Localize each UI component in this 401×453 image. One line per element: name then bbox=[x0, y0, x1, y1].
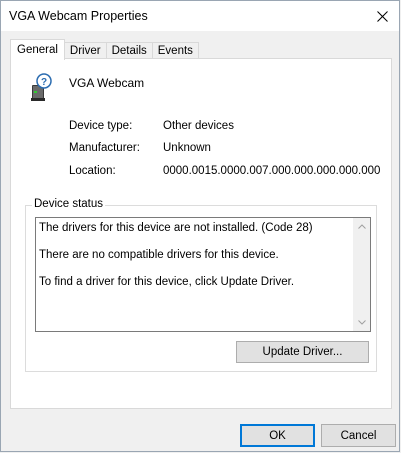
device-type-value: Other devices bbox=[163, 120, 234, 132]
chevron-up-icon bbox=[357, 224, 366, 229]
unknown-device-icon: ? bbox=[31, 73, 52, 101]
location-value: 0000.0015.0000.007.000.000.000.000.000 bbox=[163, 165, 381, 177]
update-driver-button[interactable]: Update Driver... bbox=[236, 341, 369, 363]
tab-driver-label: Driver bbox=[69, 45, 101, 57]
device-type-label: Device type: bbox=[69, 120, 133, 132]
device-status-textbox[interactable]: The drivers for this device are not inst… bbox=[35, 217, 371, 332]
window-title: VGA Webcam Properties bbox=[9, 9, 148, 23]
svg-text:?: ? bbox=[41, 77, 47, 88]
status-scrollbar[interactable] bbox=[353, 218, 370, 331]
tab-general-label: General bbox=[17, 44, 58, 56]
status-line: The drivers for this device are not inst… bbox=[39, 222, 313, 234]
title-bar[interactable]: VGA Webcam Properties bbox=[1, 1, 399, 31]
tab-events-label: Events bbox=[157, 45, 193, 57]
scroll-down-button[interactable] bbox=[353, 314, 370, 331]
tab-driver[interactable]: Driver bbox=[63, 42, 107, 59]
status-line: There are no compatible drivers for this… bbox=[39, 249, 279, 261]
general-tab-panel: ? VGA Webcam Device type: Other devices … bbox=[10, 58, 392, 409]
scroll-up-button[interactable] bbox=[353, 218, 370, 235]
location-label: Location: bbox=[69, 165, 116, 177]
status-line: To find a driver for this device, click … bbox=[39, 276, 295, 288]
device-name: VGA Webcam bbox=[69, 76, 145, 90]
cancel-button[interactable]: Cancel bbox=[321, 424, 396, 447]
properties-dialog: VGA Webcam Properties General Driver Det… bbox=[0, 0, 400, 452]
tab-general[interactable]: General bbox=[10, 39, 65, 60]
close-button[interactable] bbox=[371, 5, 393, 27]
device-status-label: Device status bbox=[32, 198, 106, 210]
manufacturer-value: Unknown bbox=[163, 142, 211, 154]
tab-details-label: Details bbox=[111, 45, 147, 57]
tab-events[interactable]: Events bbox=[151, 42, 199, 59]
tab-details[interactable]: Details bbox=[105, 42, 153, 59]
ok-button[interactable]: OK bbox=[240, 424, 315, 447]
chevron-down-icon bbox=[357, 320, 366, 325]
device-status-text: The drivers for this device are not inst… bbox=[39, 221, 349, 302]
tab-strip: General Driver Details Events bbox=[10, 39, 199, 60]
manufacturer-label: Manufacturer: bbox=[69, 142, 140, 154]
device-status-group: Device status The drivers for this devic… bbox=[25, 198, 377, 372]
close-icon bbox=[376, 10, 388, 22]
